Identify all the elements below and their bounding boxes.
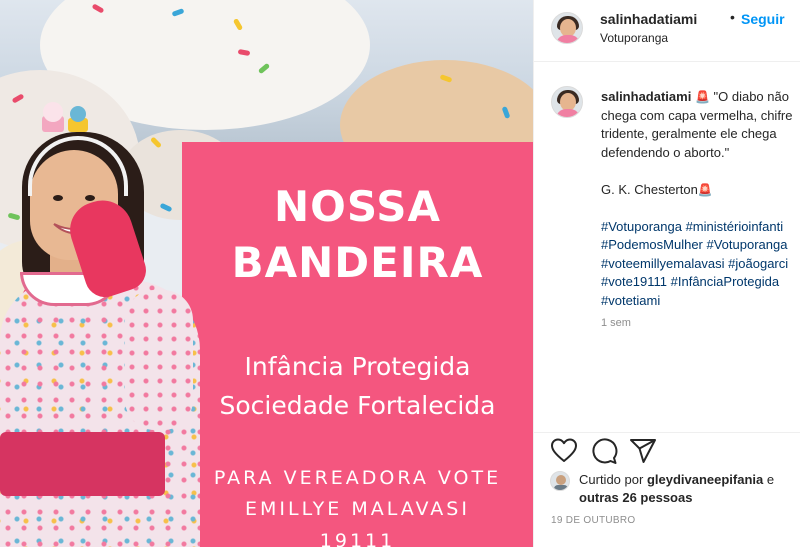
- actions-section: Curtido por gleydivaneepifania e outras …: [534, 432, 800, 532]
- vote-text: EMILLYE MALAVASI: [245, 498, 470, 520]
- comment-icon[interactable]: [590, 437, 618, 465]
- siren-icon: 🚨: [694, 90, 710, 104]
- liked-by-text: Curtido por gleydivaneepifania e outras …: [579, 471, 800, 507]
- caption-section: salinhadatiami 🚨 "O diabo não chega com …: [534, 62, 800, 432]
- hashtag-line[interactable]: #votetiami: [601, 292, 800, 311]
- post-image[interactable]: NOSSA BANDEIRA Infância Protegida Socied…: [0, 0, 533, 547]
- pink-sash: [0, 432, 165, 496]
- image-title: BANDEIRA: [231, 238, 484, 287]
- hashtag-line[interactable]: #Votuporanga #ministérioinfanti: [601, 218, 800, 237]
- cupcake-topper: [42, 102, 88, 132]
- liked-and: e: [766, 472, 775, 487]
- liked-prefix: Curtido por: [579, 472, 644, 487]
- separator-dot: •: [730, 9, 735, 25]
- profile-avatar[interactable]: [551, 12, 583, 44]
- likes-count-link[interactable]: outras 26 pessoas: [579, 490, 692, 505]
- post-header: salinhadatiami • Seguir Votuporanga: [534, 0, 800, 62]
- caption-username[interactable]: salinhadatiami: [601, 89, 691, 104]
- location-link[interactable]: Votuporanga: [600, 31, 668, 45]
- header-username[interactable]: salinhadatiami: [600, 11, 697, 27]
- siren-icon: 🚨: [697, 182, 713, 197]
- caption-time: 1 sem: [601, 317, 631, 329]
- hashtag-line[interactable]: #vote19111 #InfânciaProtegida: [601, 273, 800, 292]
- post-date[interactable]: 19 DE OUTUBRO: [551, 515, 635, 526]
- vote-text: PARA VEREADORA VOTE: [213, 467, 502, 489]
- caption-text: salinhadatiami 🚨 "O diabo não chega com …: [601, 88, 800, 310]
- image-subtitle: Infância Protegida: [244, 352, 471, 381]
- share-icon[interactable]: [629, 437, 657, 465]
- heart-icon[interactable]: [550, 437, 578, 465]
- liker-username[interactable]: gleydivaneepifania: [647, 472, 763, 487]
- image-subtitle: Sociedade Fortalecida: [219, 391, 496, 420]
- quote-text: chega com capa vermelha, chifre: [601, 107, 793, 123]
- post-sidebar: salinhadatiami • Seguir Votuporanga sali…: [533, 0, 800, 547]
- hashtag-line[interactable]: #voteemillyemalavasi #joãogarci: [601, 255, 800, 274]
- image-title: NOSSA: [274, 182, 441, 231]
- liker-avatar[interactable]: [550, 471, 570, 491]
- quote-text: "O diabo não: [713, 89, 789, 104]
- follow-button[interactable]: Seguir: [741, 11, 785, 27]
- caption-avatar[interactable]: [551, 86, 583, 118]
- quote-text: tridente, geralmente ele chega: [601, 126, 777, 141]
- woman-arm: [125, 290, 193, 430]
- quote-text: defendendo o aborto.": [601, 144, 730, 160]
- quote-author: G. K. Chesterton: [601, 181, 698, 197]
- hashtag-line[interactable]: #PodemosMulher #Votuporanga: [601, 236, 800, 255]
- vote-number: 19111: [319, 530, 396, 547]
